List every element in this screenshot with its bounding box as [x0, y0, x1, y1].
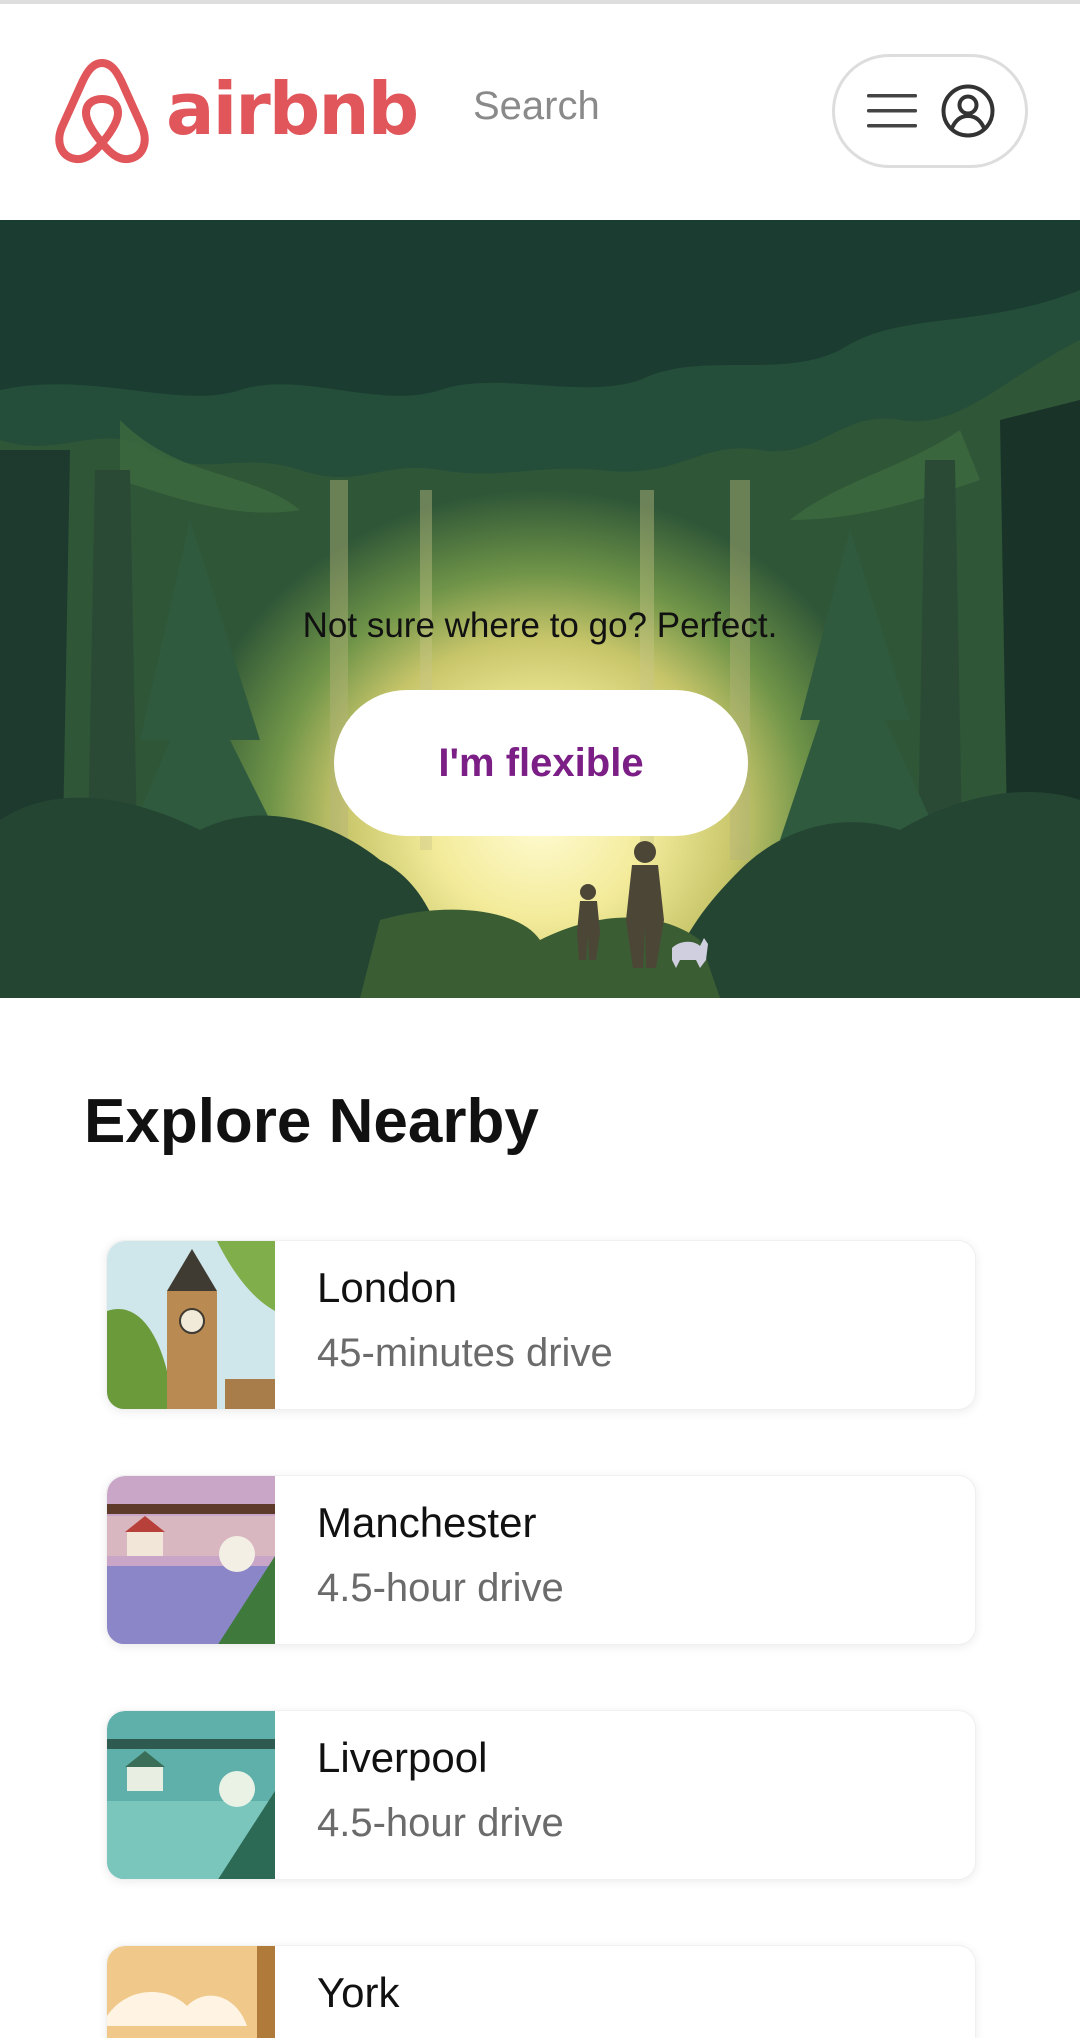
logo-wordmark: airbnb: [166, 67, 419, 151]
nearby-card-liverpool[interactable]: Liverpool 4.5-hour drive: [106, 1710, 976, 1880]
hero-banner: Not sure where to go? Perfect. I'm flexi…: [0, 220, 1080, 998]
nearby-card-london[interactable]: London 45-minutes drive: [106, 1240, 976, 1410]
im-flexible-button[interactable]: I'm flexible: [334, 690, 748, 836]
nearby-card-manchester[interactable]: Manchester 4.5-hour drive: [106, 1475, 976, 1645]
nearby-card-title: York: [317, 1969, 400, 2016]
nearby-card-distance: 45-minutes drive: [317, 1331, 613, 1375]
london-thumbnail: [107, 1241, 275, 1409]
nearby-card-distance: 4.5-hour drive: [317, 1801, 564, 1845]
nearby-card-title: Liverpool: [317, 1734, 488, 1781]
nearby-card-distance: 4.5-hour drive: [317, 1566, 564, 1610]
manchester-thumbnail: [107, 1476, 275, 1644]
airbnb-logo[interactable]: airbnb: [52, 56, 419, 168]
explore-nearby-heading: Explore Nearby: [84, 1087, 539, 1156]
nearby-card-york[interactable]: York: [106, 1945, 976, 2038]
hero-tagline: Not sure where to go? Perfect.: [302, 606, 778, 645]
nearby-card-title: London: [317, 1264, 458, 1311]
user-account-icon: [941, 84, 995, 138]
account-menu-button[interactable]: [832, 54, 1028, 168]
york-thumbnail: [107, 1946, 275, 2038]
nearby-card-title: Manchester: [317, 1499, 537, 1546]
menu-icon: [867, 94, 917, 128]
liverpool-thumbnail: [107, 1711, 275, 1879]
airbnb-logo-icon: [55, 59, 149, 164]
search-link[interactable]: Search: [473, 84, 600, 129]
site-header: airbnb Search: [0, 4, 1080, 220]
